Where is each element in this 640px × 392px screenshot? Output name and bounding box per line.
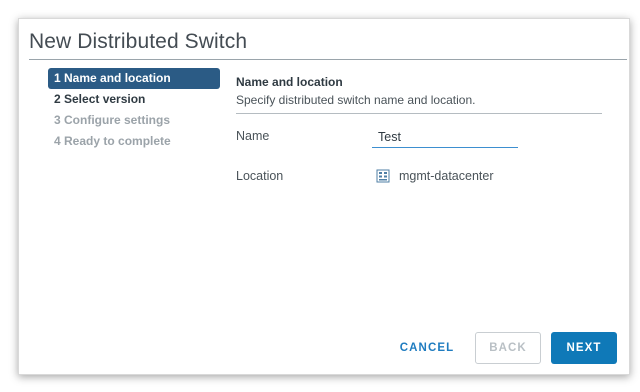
location-value[interactable]: mgmt-datacenter [376, 168, 493, 184]
cancel-button[interactable]: CANCEL [389, 332, 465, 364]
section-divider [236, 113, 602, 114]
step-configure-settings: 3 Configure settings [54, 113, 171, 127]
section-subtitle: Specify distributed switch name and loca… [236, 93, 476, 107]
step-name-and-location[interactable]: 1 Name and location [48, 68, 220, 89]
step-content-header: Name and location Specify distributed sw… [236, 73, 602, 114]
next-button[interactable]: NEXT [551, 332, 617, 364]
wizard-steps: 1 Name and location 2 Select version 3 C… [48, 68, 220, 152]
new-distributed-switch-dialog: New Distributed Switch 1 Name and locati… [18, 18, 630, 375]
step-ready-to-complete: 4 Ready to complete [54, 134, 171, 148]
datacenter-icon [376, 169, 390, 183]
name-input[interactable] [372, 127, 518, 148]
dialog-title: New Distributed Switch [29, 30, 248, 53]
back-button[interactable]: BACK [475, 332, 541, 364]
section-title: Name and location [236, 75, 343, 89]
location-label: Location [236, 169, 284, 183]
location-value-text: mgmt-datacenter [399, 169, 494, 183]
name-label: Name [236, 129, 270, 143]
title-divider [29, 59, 627, 60]
step-select-version[interactable]: 2 Select version [48, 89, 220, 110]
